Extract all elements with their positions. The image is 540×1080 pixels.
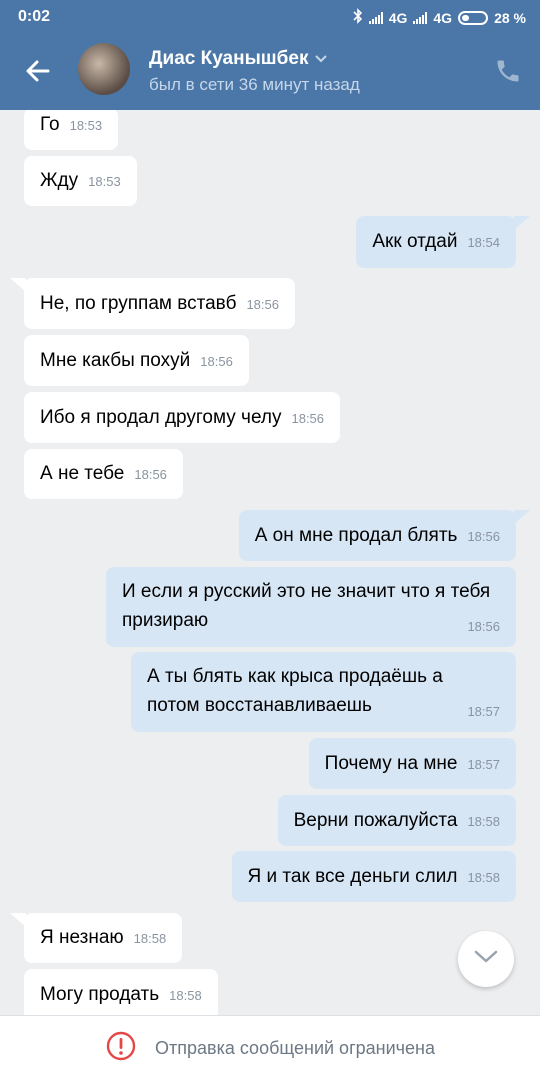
message-text: А он мне продал блять <box>254 525 458 546</box>
message-time: 18:56 <box>467 619 500 634</box>
bubble-tail <box>514 510 530 524</box>
message-time: 18:56 <box>200 354 233 369</box>
message-text: Го <box>40 114 60 135</box>
message-text: Я и так все деньги слил <box>247 866 458 887</box>
message-time: 18:53 <box>88 174 121 189</box>
message-time: 18:56 <box>291 411 325 426</box>
status-icons: 4G 4G 28 % <box>353 8 526 27</box>
message-list[interactable]: Го 18:53 Жду 18:53 Акк отдай 18:54 Не, по г… <box>0 110 540 1015</box>
message-time: 18:56 <box>134 467 167 482</box>
signal-icon <box>368 11 383 24</box>
contact-name-row[interactable]: Диас Куанышбек <box>149 48 328 70</box>
battery-percent: 28 % <box>494 9 526 26</box>
message-bubble-outgoing[interactable]: Я и так все деньги слил 18:58 <box>231 851 516 902</box>
message-text: И если я русский это не значит что я теб… <box>122 581 491 631</box>
message-bubble-outgoing[interactable]: Акк отдай 18:54 <box>356 216 516 268</box>
chat-header: Диас Куанышбек был в сети 36 минут назад <box>0 33 540 110</box>
status-bar: 0:02 4G 4G 28 % <box>0 0 540 33</box>
message-text: Не, по группам вставб <box>40 293 237 314</box>
battery-icon <box>458 10 489 25</box>
message-text: Верни пожалуйста <box>293 810 458 831</box>
message-text: Ибо я продал другому челу <box>40 407 282 428</box>
message-text: Жду <box>40 170 79 191</box>
message-time: 18:56 <box>246 297 279 312</box>
avatar[interactable] <box>78 43 130 95</box>
message-bubble-incoming[interactable]: Ибо я продал другому челу 18:56 <box>24 392 341 443</box>
signal-icon-2 <box>413 11 428 24</box>
message-bubble-incoming[interactable]: Могу продать 18:58 <box>24 969 218 1015</box>
message-text: Акк отдай <box>372 231 458 252</box>
message-bubble-incoming[interactable]: Го 18:53 <box>24 110 119 150</box>
message-text: А ты блять как крыса продаёшь а потом во… <box>147 666 443 716</box>
message-time: 18:53 <box>69 118 103 133</box>
message-time: 18:57 <box>467 704 500 719</box>
scroll-down-button[interactable] <box>458 931 514 987</box>
message-time: 18:56 <box>467 529 500 544</box>
message-bubble-outgoing[interactable]: А ты блять как крыса продаёшь а потом во… <box>131 652 516 732</box>
message-bubble-incoming[interactable]: Я незнаю 18:58 <box>24 913 183 963</box>
message-time: 18:57 <box>467 757 500 772</box>
alert-circle-icon <box>105 1030 137 1067</box>
restriction-label: Отправка сообщений ограничена <box>155 1037 435 1058</box>
message-bubble-outgoing[interactable]: Почему на мне 18:57 <box>308 738 516 789</box>
message-bubble-incoming[interactable]: Жду 18:53 <box>24 156 137 206</box>
phone-icon[interactable] <box>494 57 522 85</box>
message-bubble-outgoing[interactable]: И если я русский это не значит что я теб… <box>106 567 516 647</box>
back-arrow-icon[interactable] <box>22 55 54 87</box>
message-time: 18:58 <box>133 931 167 946</box>
bubble-tail <box>514 216 530 230</box>
messaging-restricted-bar: Отправка сообщений ограничена <box>0 1015 540 1080</box>
message-text: Почему на мне <box>324 753 458 774</box>
message-bubble-incoming[interactable]: А не тебе 18:56 <box>24 449 183 499</box>
message-time: 18:58 <box>467 814 500 829</box>
message-text: Я незнаю <box>40 927 124 948</box>
contact-name: Диас Куанышбек <box>149 48 309 69</box>
chevron-down-icon <box>473 949 499 970</box>
message-time: 18:54 <box>467 235 500 250</box>
network-label-1: 4G <box>388 9 408 26</box>
message-bubble-outgoing[interactable]: Верни пожалуйста 18:58 <box>277 795 516 846</box>
message-bubble-incoming[interactable]: Не, по группам вставб 18:56 <box>24 278 295 329</box>
message-time: 18:58 <box>169 988 202 1003</box>
bluetooth-icon <box>353 8 363 27</box>
message-bubble-incoming[interactable]: Мне какбы похуй 18:56 <box>24 335 249 386</box>
chevron-down-icon <box>314 48 328 70</box>
network-label-2: 4G <box>433 9 453 26</box>
message-time: 18:58 <box>467 870 500 885</box>
status-time: 0:02 <box>18 8 51 25</box>
message-text: А не тебе <box>40 463 125 484</box>
message-bubble-outgoing[interactable]: А он мне продал блять 18:56 <box>238 510 516 561</box>
contact-status: был в сети 36 минут назад <box>149 75 360 94</box>
message-text: Мне какбы похуй <box>40 350 191 371</box>
message-text: Могу продать <box>40 984 160 1005</box>
